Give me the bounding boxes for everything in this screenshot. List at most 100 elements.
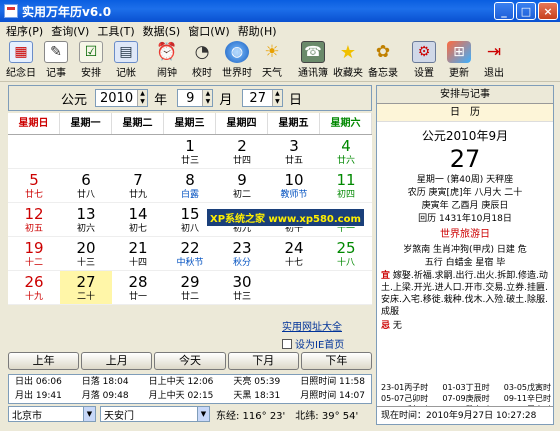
moonset: 月落 09:48 — [81, 391, 129, 401]
globe-icon: ◍ — [225, 41, 249, 63]
day-number: 26 — [24, 273, 44, 291]
calendar-day-cell[interactable]: 13 初六 — [60, 203, 112, 236]
toolbar-world-time[interactable]: ◍ 世界时 — [220, 40, 254, 79]
next-year-button[interactable]: 下年 — [300, 352, 373, 370]
lunar-label: 十八 — [336, 258, 355, 268]
panel-current-time: 现在时间：2010年9月27日 10:27:28 — [377, 406, 553, 424]
day-number: 8 — [185, 171, 195, 189]
menu-window[interactable]: 窗口(W) — [184, 23, 233, 39]
spin-up-icon: ▲ — [275, 90, 280, 97]
toolbar: ▦ 纪念日 ✎ 记事 ☑ 安排 ▤ 记帐 ⏰ 闹钟 ◔ 校时 ◍ 世界时 ☀ 天气 ☎ 通讯簿 ★… — [0, 40, 560, 82]
calendar-day-cell[interactable]: 25 十八 — [320, 237, 372, 270]
maximize-button[interactable]: □ — [516, 2, 536, 20]
notepad-icon: ✎ — [44, 41, 68, 63]
calendar-empty-cell — [268, 271, 320, 304]
moonshine-duration: 月照时间 14:07 — [300, 391, 365, 401]
menu-help[interactable]: 帮助(H) — [234, 23, 281, 39]
month-spinner[interactable]: 9 ▲ ▼ — [177, 89, 214, 107]
toolbar-weather[interactable]: ☀ 天气 — [255, 40, 289, 79]
day-number: 10 — [284, 171, 304, 189]
calendar-day-cell[interactable]: 24 十七 — [268, 237, 320, 270]
calendar-day-cell[interactable]: 23 秋分 — [216, 237, 268, 270]
calendar-day-cell[interactable]: 4 廿六 — [320, 135, 372, 168]
toolbar-exit[interactable]: ⇥ 退出 — [477, 40, 511, 79]
province-select[interactable]: 北京市 ▼ — [8, 406, 96, 422]
calendar-day-cell[interactable]: 3 廿五 — [268, 135, 320, 168]
calendar-day-cell[interactable]: 9 初二 — [216, 169, 268, 202]
toolbar-sync-time[interactable]: ◔ 校时 — [185, 40, 219, 79]
panel-big-day: 27 — [449, 145, 481, 173]
calendar-day-cell[interactable]: 11 初四 — [320, 169, 372, 202]
calendar-day-cell[interactable]: 14 初七 — [112, 203, 164, 236]
calendar-day-cell[interactable]: 5 廿七 — [8, 169, 60, 202]
calendar-day-cell[interactable]: 2 廿四 — [216, 135, 268, 168]
day-number: 19 — [24, 239, 44, 257]
moonrise: 月出 19:41 — [15, 391, 62, 401]
calendar-day-cell[interactable]: 12 初五 — [8, 203, 60, 236]
prev-month-button[interactable]: 上月 — [81, 352, 153, 370]
calendar-week-row: 19 十二 20 十三 21 十四 22 中秋节 23 秋分 24 十七 25 十八 — [8, 237, 372, 271]
day-spinner[interactable]: 27 ▲ ▼ — [242, 89, 283, 107]
toolbar-alarm[interactable]: ⏰ 闹钟 — [150, 40, 184, 79]
day-number: 20 — [76, 239, 96, 257]
calendar-day-cell[interactable]: 27 二十 — [60, 271, 112, 304]
lunar-label: 廿九 — [128, 190, 147, 200]
settings-icon: ⚙ — [412, 41, 436, 63]
checkbox-icon[interactable] — [282, 338, 292, 349]
menu-program[interactable]: 程序(P) — [2, 23, 47, 39]
day-number: 23 — [232, 239, 252, 257]
minimize-button[interactable]: _ — [494, 2, 514, 20]
set-homepage-checkbox[interactable]: 设为IE首页 — [282, 336, 344, 351]
day-number: 21 — [128, 239, 148, 257]
toolbar-notes[interactable]: ✎ 记事 — [39, 40, 73, 79]
calendar-day-cell[interactable]: 10 教师节 — [268, 169, 320, 202]
calendar-day-cell[interactable]: 30 廿三 — [216, 271, 268, 304]
lunar-label: 廿七 — [24, 190, 43, 200]
calendar-day-cell[interactable]: 1 廿三 — [164, 135, 216, 168]
alarm-clock-icon: ⏰ — [156, 42, 178, 62]
url-list-link[interactable]: 实用网址大全 — [282, 318, 344, 333]
menu-query[interactable]: 查询(V) — [47, 23, 93, 39]
today-button[interactable]: 今天 — [154, 352, 226, 370]
calendar-day-cell[interactable]: 7 廿九 — [112, 169, 164, 202]
lunar-label: 廿二 — [180, 292, 199, 302]
menu-tools[interactable]: 工具(T) — [93, 23, 138, 39]
day-unit: 日 — [288, 92, 302, 108]
calendar-day-cell[interactable]: 6 廿八 — [60, 169, 112, 202]
day-number: 5 — [29, 171, 39, 189]
calendar-day-cell[interactable]: 28 廿一 — [112, 271, 164, 304]
calendar-day-cell[interactable]: 29 廿二 — [164, 271, 216, 304]
toolbar-address-book[interactable]: ☎ 通讯簿 — [296, 40, 330, 79]
toolbar-ledger[interactable]: ▤ 记帐 — [109, 40, 143, 79]
calendar-day-cell[interactable]: 21 十四 — [112, 237, 164, 270]
next-month-button[interactable]: 下月 — [227, 352, 299, 370]
sun-moon-info: 日出 06:06 日落 18:04 日上中天 12:06 天亮 05:39 日照… — [8, 374, 372, 404]
lunar-label: 二十 — [76, 292, 95, 302]
app-icon — [4, 4, 18, 18]
prev-year-button[interactable]: 上年 — [8, 352, 80, 370]
lunar-label: 廿一 — [128, 292, 147, 302]
menu-data[interactable]: 数据(S) — [139, 23, 185, 39]
lunar-label: 廿五 — [284, 156, 303, 166]
close-button[interactable]: × — [538, 2, 558, 20]
calendar-day-cell[interactable]: 22 中秋节 — [164, 237, 216, 270]
lunar-label: 教师节 — [280, 190, 308, 200]
calendar-day-cell[interactable]: 8 白露 — [164, 169, 216, 202]
panel-clash-line: 岁煞南 生肖冲狗(甲戌) 日建 危 — [403, 245, 527, 255]
toolbar-favorites[interactable]: ★ 收藏夹 — [331, 40, 365, 80]
toolbar-schedule[interactable]: ☑ 安排 — [74, 40, 108, 79]
day-number: 2 — [237, 137, 247, 155]
year-spinner[interactable]: 2010 ▲ ▼ — [95, 89, 149, 107]
toolbar-settings[interactable]: ⚙ 设置 — [407, 40, 441, 79]
title-bar: 实用万年历v6.0 _ □ × — [0, 0, 560, 22]
calendar-day-cell[interactable]: 19 十二 — [8, 237, 60, 270]
toolbar-update[interactable]: ⊞ 更新 — [442, 40, 476, 79]
calendar-day-cell[interactable]: 20 十三 — [60, 237, 112, 270]
city-select[interactable]: 天安门 ▼ — [100, 406, 210, 422]
weekday-label: 星期一 — [60, 113, 112, 134]
toolbar-memo[interactable]: ✿ 备忘录 — [366, 40, 400, 79]
panel-title[interactable]: 安排与记事 — [377, 86, 553, 104]
lunar-label: 十九 — [24, 292, 43, 302]
toolbar-anniversary[interactable]: ▦ 纪念日 — [4, 40, 38, 79]
calendar-day-cell[interactable]: 26 十九 — [8, 271, 60, 304]
